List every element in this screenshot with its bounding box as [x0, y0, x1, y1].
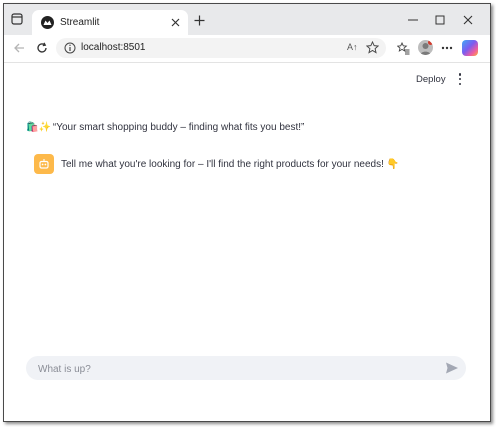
url-text: localhost:8501	[81, 42, 146, 53]
assistant-message-text: Tell me what you're looking for – I'll f…	[61, 159, 399, 170]
maximize-icon[interactable]	[434, 14, 446, 26]
shopping-sparkles-emoji: 🛍️✨	[26, 122, 51, 133]
read-aloud-icon[interactable]: A↑	[347, 42, 358, 52]
browser-window: Streamlit localhost:8501 A↑ Deploy 🛍️✨ “…	[3, 3, 491, 422]
tab-streamlit[interactable]: Streamlit	[32, 10, 188, 35]
plus-icon[interactable]	[192, 13, 206, 27]
tab-title: Streamlit	[60, 17, 100, 28]
bot-icon	[34, 154, 54, 174]
star-icon[interactable]	[366, 41, 379, 54]
send-icon[interactable]	[445, 361, 459, 375]
main-menu-icon[interactable]	[456, 73, 464, 85]
avatar[interactable]	[418, 40, 433, 55]
browser-toolbar: localhost:8501 A↑	[4, 35, 490, 63]
streamlit-app: Deploy 🛍️✨ “Your smart shopping buddy – …	[4, 63, 490, 421]
address-bar[interactable]: localhost:8501 A↑	[56, 38, 386, 58]
refresh-icon[interactable]	[35, 41, 49, 55]
copilot-icon[interactable]	[462, 40, 478, 56]
notification-dot	[428, 40, 433, 45]
tab-bar: Streamlit	[4, 4, 490, 35]
favorites-icon[interactable]	[396, 41, 410, 55]
deploy-button[interactable]: Deploy	[416, 74, 446, 85]
minimize-icon[interactable]	[407, 14, 419, 26]
close-icon[interactable]	[168, 16, 182, 30]
pointing-down-emoji: 👇	[386, 158, 400, 170]
assistant-message: Tell me what you're looking for – I'll f…	[34, 154, 399, 174]
tagline-text: “Your smart shopping buddy – finding wha…	[52, 122, 305, 133]
chat-input-container	[26, 356, 466, 380]
streamlit-icon	[41, 16, 54, 29]
info-icon[interactable]	[64, 42, 76, 54]
back-arrow-icon[interactable]	[12, 41, 26, 55]
tagline: 🛍️✨ “Your smart shopping buddy – finding…	[26, 122, 304, 133]
tab-actions-icon[interactable]	[10, 12, 24, 26]
close-window-icon[interactable]	[462, 14, 474, 26]
chat-input[interactable]	[36, 359, 430, 379]
more-icon[interactable]	[440, 41, 454, 55]
assistant-message-body: Tell me what you're looking for – I'll f…	[61, 158, 384, 170]
